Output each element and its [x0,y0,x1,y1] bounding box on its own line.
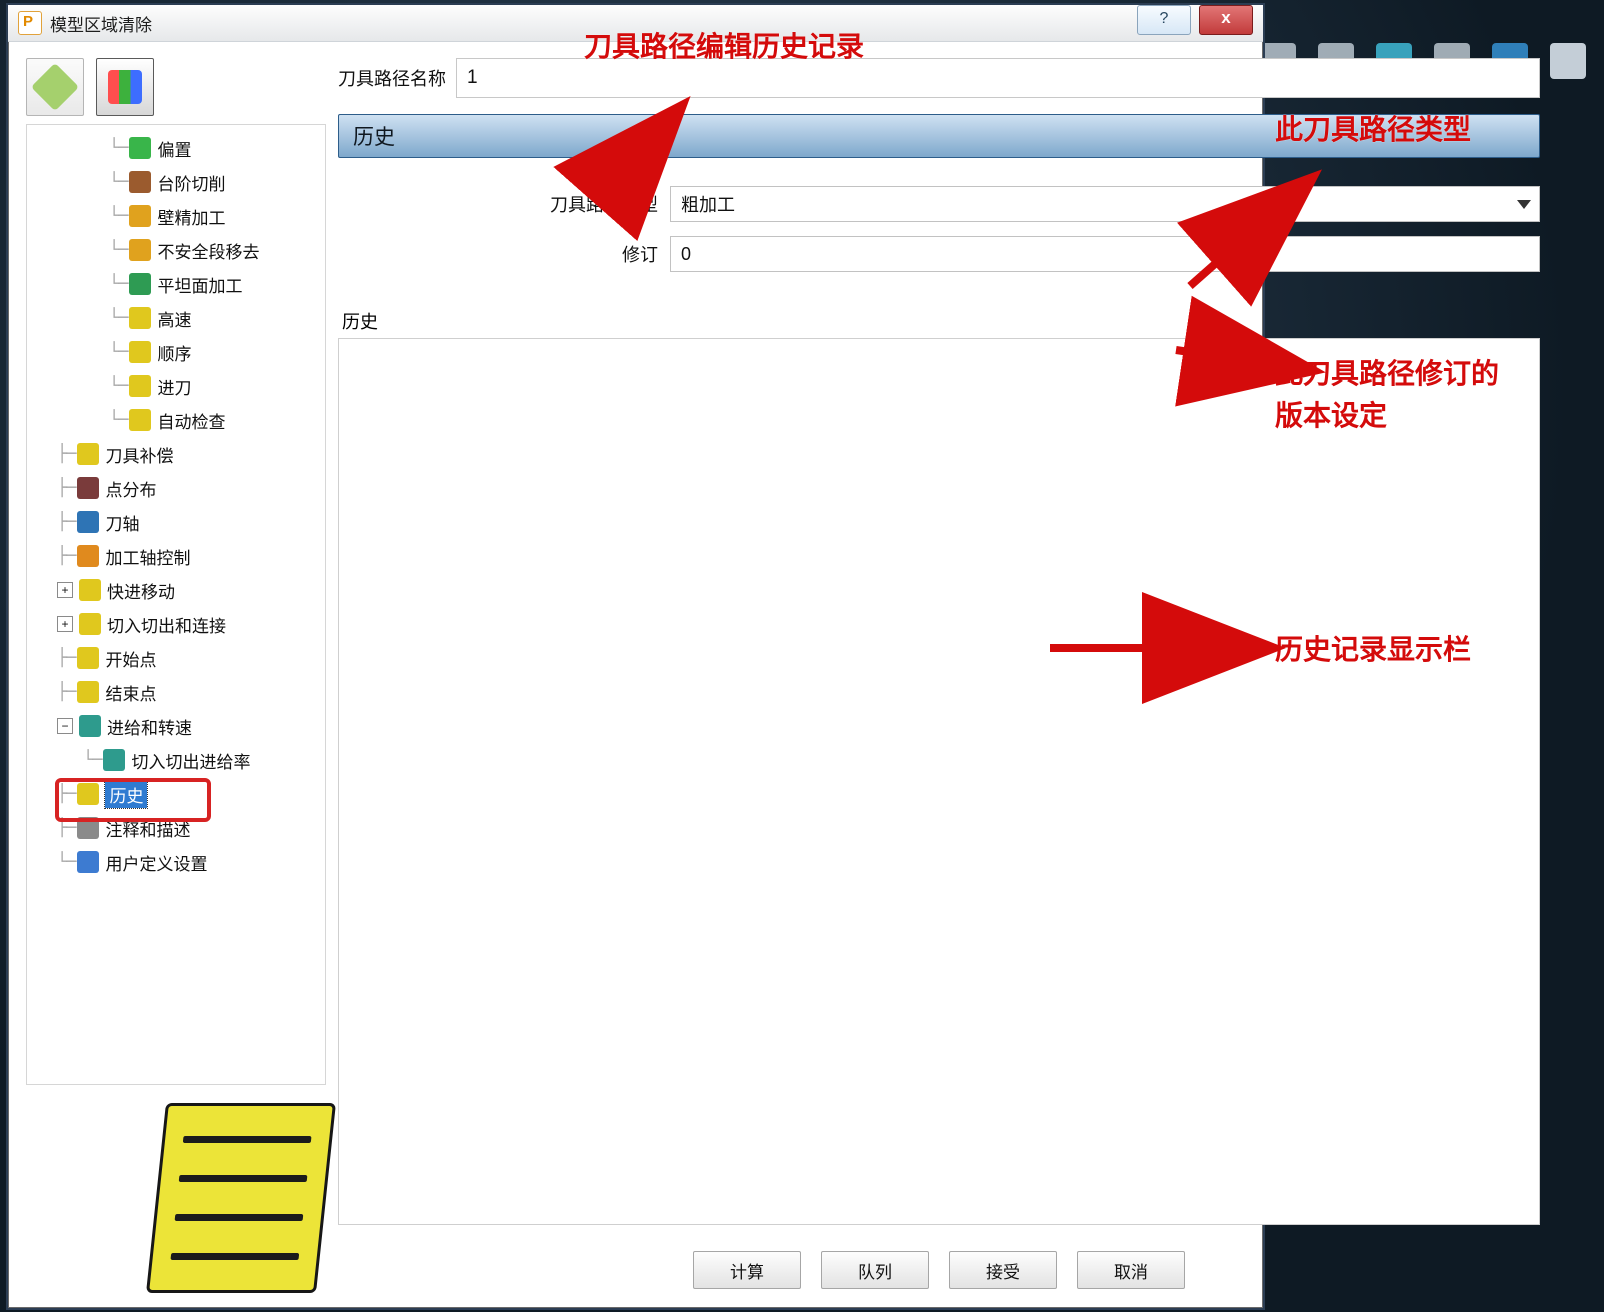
dialog-model-area-clear: 模型区域清除 ? x └─偏置└─台阶切削└─壁精加工└─不安全段移去└─平坦面… [6,3,1265,1310]
mode-buttons [26,58,326,116]
toolpath-name-input[interactable] [456,58,1540,98]
tree-item-label: 自动检查 [157,408,225,433]
queue-button[interactable]: 队列 [821,1251,929,1289]
tree-item-label: 平坦面加工 [157,272,242,297]
tree-item[interactable]: └─台阶切削 [31,165,321,199]
tree-item-icon [77,647,99,669]
tree-item[interactable]: ├─注释和描述 [31,811,321,845]
mode-button-a[interactable] [26,58,84,116]
mode-layers-icon [108,70,142,104]
accept-button[interactable]: 接受 [949,1251,1057,1289]
tree-item[interactable]: └─进刀 [31,369,321,403]
tree-item[interactable]: ├─加工轴控制 [31,539,321,573]
tree-item[interactable]: ├─刀具补偿 [31,437,321,471]
tree-item-icon [79,613,101,635]
tree-item[interactable]: + 快进移动 [31,573,321,607]
dialog-buttons: 计算 队列 接受 取消 [338,1251,1540,1289]
tree-item-icon [129,307,151,329]
strategy-tree[interactable]: └─偏置└─台阶切削└─壁精加工└─不安全段移去└─平坦面加工└─高速└─顺序└… [26,124,326,1085]
titlebar[interactable]: 模型区域清除 ? x [8,5,1263,42]
toolpath-type-dropdown[interactable]: 粗加工 [670,186,1540,222]
tree-item[interactable]: − 进给和转速 [31,709,321,743]
tree-item-icon [77,545,99,567]
tree-item-icon [129,375,151,397]
tree-item-label: 快进移动 [107,578,175,603]
tree-item-label: 结束点 [105,680,156,705]
tree-item[interactable]: └─切入切出进给率 [31,743,321,777]
tree-item-label: 点分布 [105,476,156,501]
tree-item[interactable]: └─顺序 [31,335,321,369]
tree-item[interactable]: ├─开始点 [31,641,321,675]
tree-item-icon [77,817,99,839]
window-title: 模型区域清除 [50,11,152,36]
tree-item-label: 不安全段移去 [157,238,259,263]
cancel-button[interactable]: 取消 [1077,1251,1185,1289]
tree-expander[interactable]: + [57,616,73,632]
tree-item-icon [129,239,151,261]
toolpath-type-label: 刀具路径类型 [338,191,658,217]
tree-item-icon [77,443,99,465]
tree-item[interactable]: ├─历史 [31,777,321,811]
tree-item-icon [77,477,99,499]
section-header-history: 历史 [338,114,1540,158]
tree-item[interactable]: ├─结束点 [31,675,321,709]
tree-item-icon [77,783,99,805]
tree-item-label: 台阶切削 [157,170,225,195]
tree-item-icon [129,341,151,363]
tree-item-label: 进刀 [157,374,191,399]
revision-input[interactable] [670,236,1540,272]
mode-rotate-icon [31,63,79,111]
tree-item-icon [77,851,99,873]
tree-item-label: 进给和转速 [107,714,192,739]
tree-item-icon [129,205,151,227]
tree-item[interactable]: └─偏置 [31,131,321,165]
tree-item-icon [129,137,151,159]
tree-item-label: 顺序 [157,340,191,365]
tree-item-icon [77,681,99,703]
tree-item[interactable]: + 切入切出和连接 [31,607,321,641]
tree-item-label: 用户定义设置 [105,850,207,875]
scroll-decor-icon [146,1103,336,1293]
tree-item[interactable]: ├─刀轴 [31,505,321,539]
tree-item[interactable]: └─高速 [31,301,321,335]
tree-expander[interactable]: − [57,718,73,734]
tree-item-label: 切入切出进给率 [131,748,250,773]
tree-item-label: 历史 [105,781,147,808]
tree-item-icon [79,579,101,601]
history-box-label: 历史 [342,308,1540,334]
tree-item-label: 注释和描述 [105,816,190,841]
revision-label: 修订 [338,241,658,267]
tree-item-icon [79,715,101,737]
toolpath-type-value: 粗加工 [681,191,735,217]
tree-item[interactable]: └─自动检查 [31,403,321,437]
tree-item[interactable]: └─壁精加工 [31,199,321,233]
tree-item-icon [129,409,151,431]
calc-button[interactable]: 计算 [693,1251,801,1289]
toolpath-name-label: 刀具路径名称 [338,65,446,91]
tree-item-label: 偏置 [157,136,191,161]
tree-expander[interactable]: + [57,582,73,598]
tree-item-label: 加工轴控制 [105,544,190,569]
tree-item-label: 高速 [157,306,191,331]
tree-item[interactable]: └─平坦面加工 [31,267,321,301]
tree-item-label: 切入切出和连接 [107,612,226,637]
mode-button-b[interactable] [96,58,154,116]
tree-item-icon [103,749,125,771]
chevron-down-icon [1517,200,1531,209]
tree-item-label: 壁精加工 [157,204,225,229]
app-logo-icon [18,11,42,35]
tree-item-label: 刀轴 [105,510,139,535]
help-button[interactable]: ? [1137,5,1191,35]
tree-item-icon [129,273,151,295]
tree-item[interactable]: ├─点分布 [31,471,321,505]
tree-item-icon [77,511,99,533]
tree-item[interactable]: └─不安全段移去 [31,233,321,267]
tree-item-label: 开始点 [105,646,156,671]
close-button[interactable]: x [1199,5,1253,35]
history-box[interactable] [338,338,1540,1225]
tree-item-label: 刀具补偿 [105,442,173,467]
tree-item[interactable]: └─用户定义设置 [31,845,321,879]
tree-item-icon [129,171,151,193]
